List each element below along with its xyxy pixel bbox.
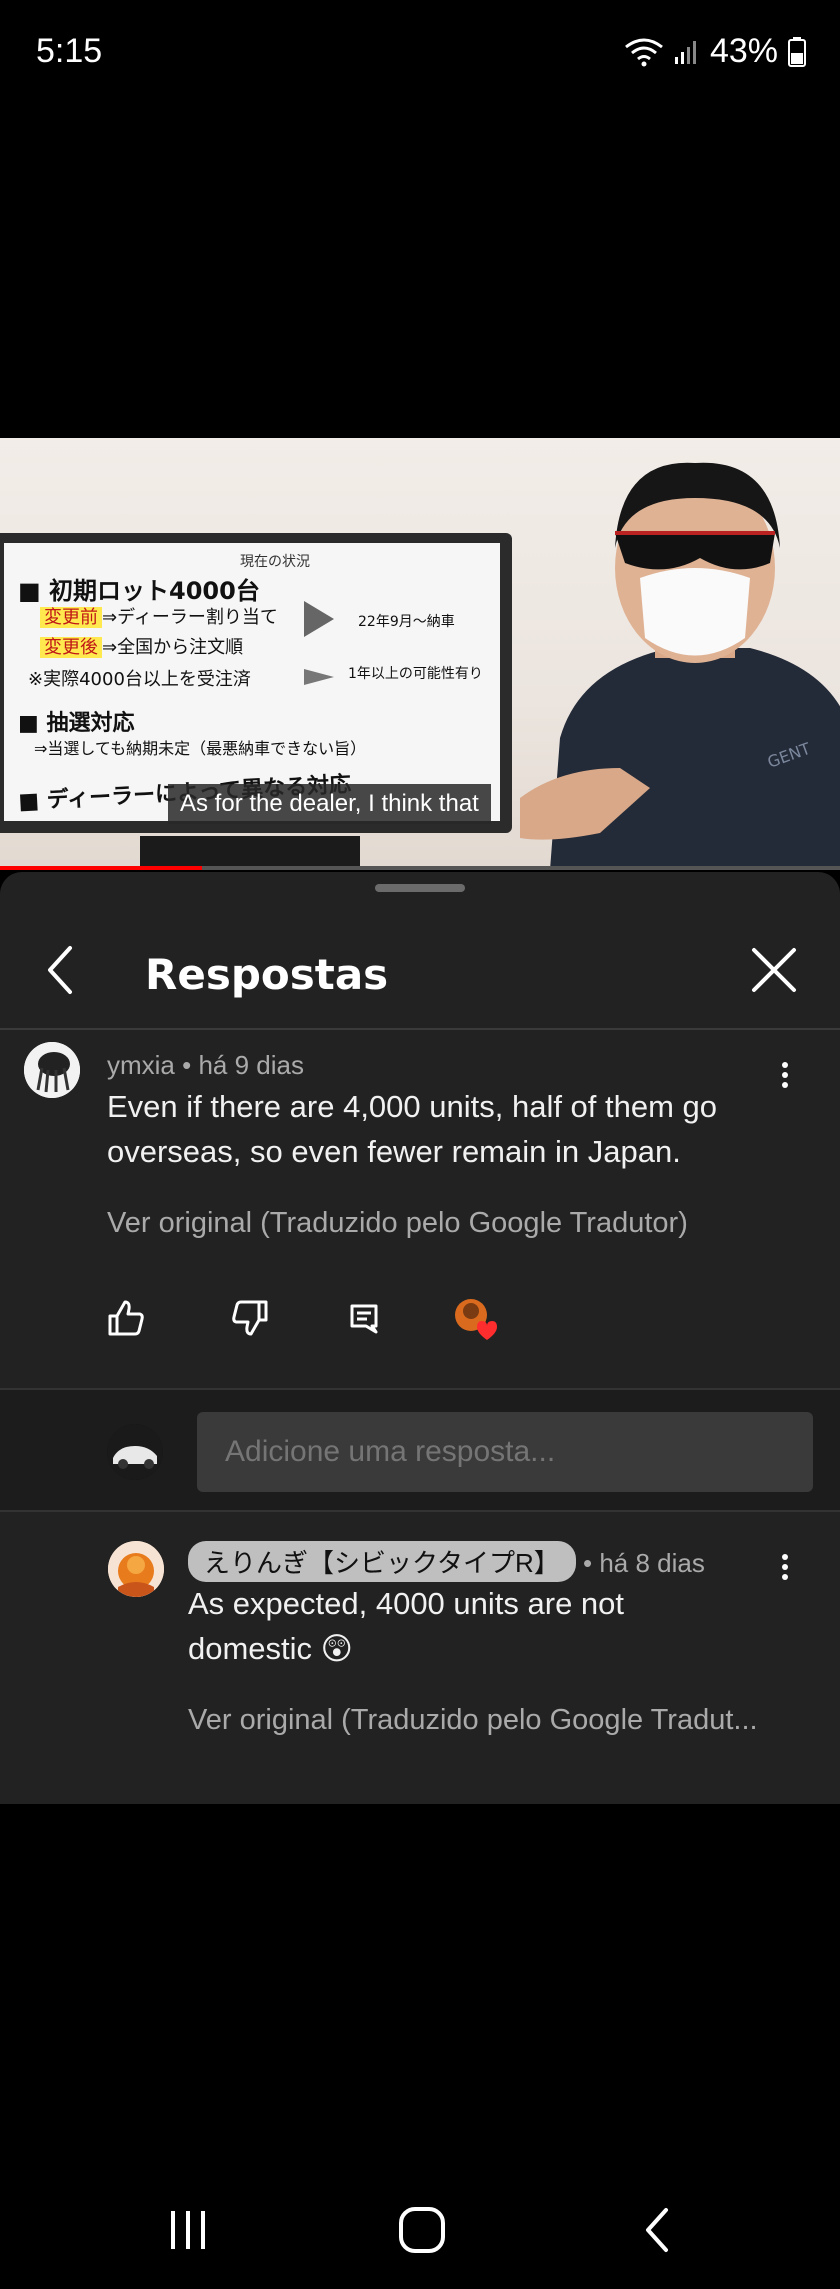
video-progress-bar[interactable] xyxy=(0,866,840,870)
battery-icon xyxy=(788,36,806,67)
panel-header: Respostas xyxy=(0,920,840,1030)
panel-title: Respostas xyxy=(145,950,389,999)
battery-percent: 43% xyxy=(709,32,778,70)
recent-apps-button[interactable] xyxy=(158,2200,218,2260)
back-nav-button[interactable] xyxy=(628,2200,688,2260)
comment-icon xyxy=(350,1304,378,1334)
slide-arrow xyxy=(304,669,334,685)
slide-line: ■ 抽選対応 xyxy=(18,711,135,736)
reply-text: As expected, 4000 units are not domestic… xyxy=(188,1586,625,1666)
drag-handle[interactable] xyxy=(375,884,465,892)
creator-heart-icon xyxy=(455,1299,497,1340)
video-progress-fill xyxy=(0,866,202,870)
presenter-image: GENT xyxy=(520,462,840,870)
slide-tag: 変更後 xyxy=(40,637,102,658)
reply-avatar-image xyxy=(108,1541,164,1597)
see-original-link[interactable]: Ver original (Traduzido pelo Google Trad… xyxy=(107,1207,688,1240)
add-reply-row xyxy=(0,1388,840,1512)
wifi-icon xyxy=(624,37,664,67)
reply-meta: えりんぎ【シビックタイプR】 • há 8 dias xyxy=(188,1541,705,1582)
creator-heart-badge xyxy=(446,1290,502,1346)
slide-line: ※実際4000台以上を受注済 xyxy=(28,669,251,690)
back-icon xyxy=(646,2208,668,2252)
slide-line: ■ 初期ロット4000台 xyxy=(18,577,260,605)
slide-note: 22年9月～納車 xyxy=(358,614,455,630)
thumbs-up-icon xyxy=(108,1300,144,1336)
slide-line: ⇒当選しても納期未定（最悪納車できない旨） xyxy=(34,739,367,758)
video-subtitle: As for the dealer, I think that xyxy=(168,784,491,824)
back-button[interactable] xyxy=(40,942,80,998)
home-icon xyxy=(399,2207,445,2253)
status-bar: 5:15 43% xyxy=(0,0,840,100)
thumbs-down-icon xyxy=(232,1300,268,1336)
slide-header: 現在の状況 xyxy=(240,554,310,570)
reply-author-chip[interactable]: えりんぎ【シビックタイプR】 xyxy=(188,1541,576,1582)
reply-see-original-link[interactable]: Ver original (Traduzido pelo Google Trad… xyxy=(188,1704,758,1737)
slide-note: 1年以上の可能性有り xyxy=(348,666,483,682)
reply-button[interactable] xyxy=(336,1290,392,1346)
slide-line: 変更後 ⇒全国から注文順 xyxy=(40,633,243,659)
slide: 現在の状況 ■ 初期ロット4000台 変更前 ⇒ディーラー割り当て 変更後 ⇒全国か… xyxy=(4,543,500,821)
avatar-image xyxy=(24,1042,80,1098)
slide-line: 変更前 ⇒ディーラー割り当て xyxy=(40,603,278,629)
home-button[interactable] xyxy=(392,2200,452,2260)
status-icons: 43% xyxy=(624,32,806,71)
avatar[interactable] xyxy=(24,1042,80,1098)
video-player[interactable]: 現在の状況 ■ 初期ロット4000台 変更前 ⇒ディーラー割り当て 変更後 ⇒全国か… xyxy=(0,438,840,870)
reply-time: há 8 dias xyxy=(599,1548,705,1578)
signal-icon xyxy=(674,39,700,65)
user-avatar-image xyxy=(107,1424,163,1480)
comment-actions xyxy=(0,1290,840,1370)
status-time: 5:15 xyxy=(36,32,103,70)
dislike-button[interactable] xyxy=(222,1290,278,1346)
like-button[interactable] xyxy=(98,1290,154,1346)
monitor-stand xyxy=(140,836,360,870)
chevron-left-icon xyxy=(48,946,72,994)
system-nav-bar xyxy=(0,2170,840,2289)
comment-time: há 9 dias xyxy=(198,1050,304,1080)
slide-arrow xyxy=(304,601,334,637)
user-avatar xyxy=(107,1424,163,1480)
comment-author[interactable]: ymxia xyxy=(107,1050,175,1080)
reply-menu-button[interactable] xyxy=(770,1550,800,1590)
close-icon xyxy=(752,948,796,992)
comment-meta: ymxia • há 9 dias xyxy=(107,1050,304,1080)
reply-avatar[interactable] xyxy=(108,1541,164,1597)
comment-text: Even if there are 4,000 units, half of t… xyxy=(107,1089,718,1169)
recent-apps-icon xyxy=(171,2211,205,2249)
slide-tag: 変更前 xyxy=(40,607,102,628)
add-reply-input[interactable] xyxy=(197,1412,813,1492)
close-button[interactable] xyxy=(748,944,800,996)
